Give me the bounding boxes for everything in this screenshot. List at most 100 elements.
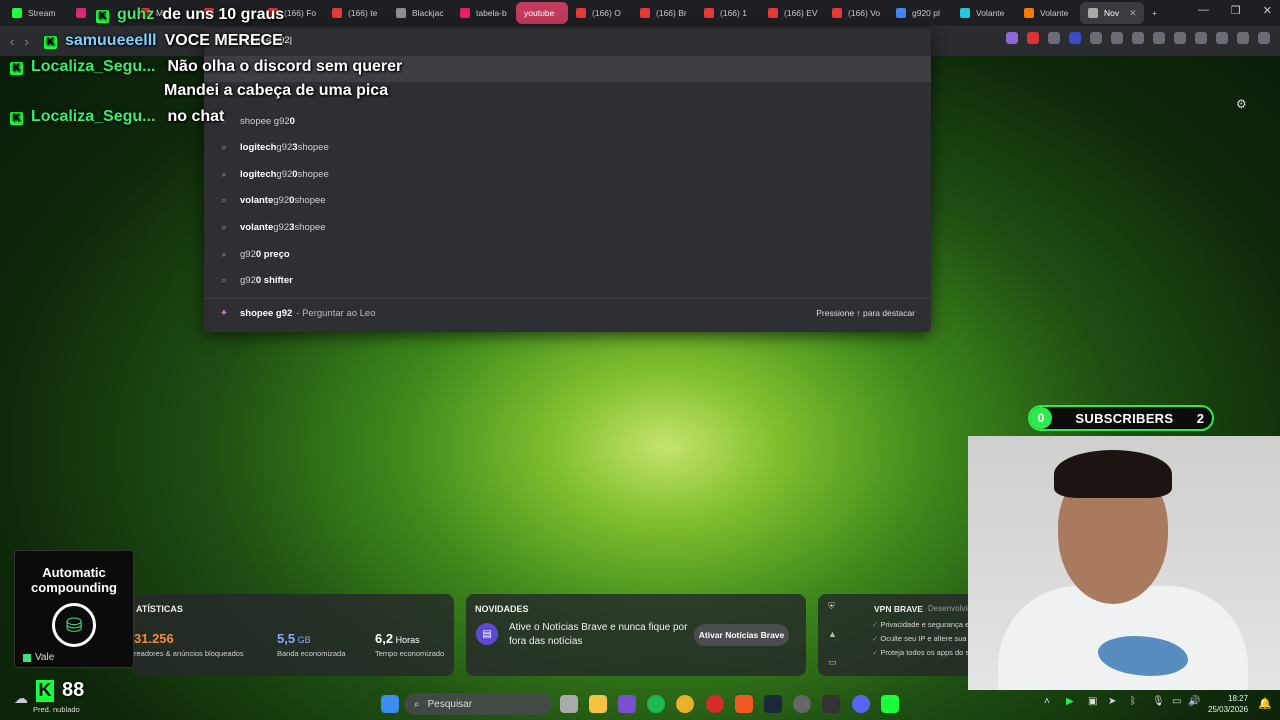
suggestion-text: shopee <box>297 168 329 180</box>
new-tab-button[interactable]: + <box>1144 2 1165 24</box>
search-icon: ⌕ <box>221 195 227 206</box>
kick-app-icon[interactable] <box>881 695 899 713</box>
wallet-icon[interactable] <box>1195 32 1207 44</box>
compounding-title: Automatic compounding <box>31 565 117 595</box>
brave-icon[interactable] <box>735 695 753 713</box>
extension-icon[interactable] <box>1048 32 1060 44</box>
microphone-icon[interactable]: 🎙 <box>1152 696 1165 707</box>
system-clock[interactable]: 18:27 25/03/2026 <box>1208 693 1248 715</box>
suggestion-text: shopee <box>294 195 326 207</box>
shield-icon[interactable] <box>1237 32 1249 44</box>
leo-query: shopee g92 <box>240 307 293 319</box>
extension-icon[interactable] <box>1027 32 1039 44</box>
folder-icon[interactable] <box>589 695 607 713</box>
taskbar-search[interactable]: ⌕ Pesquisar <box>404 693 552 715</box>
browser-tab[interactable]: Stream <box>4 2 68 24</box>
spotify-icon[interactable] <box>647 695 665 713</box>
browser-tab[interactable]: (166) EV <box>760 2 824 24</box>
search-suggestion[interactable]: ⌕ volante g92 0 shopee <box>204 188 931 214</box>
search-suggestion[interactable]: ⌕ g92 0 shifter <box>204 268 931 294</box>
search-suggestion[interactable]: ⌕ shopee g92 0 <box>204 108 931 134</box>
subscriber-goal: 2 <box>1196 410 1204 426</box>
maximize-button[interactable]: ❐ <box>1231 4 1241 17</box>
browser-tab[interactable]: tabela-b <box>452 2 516 24</box>
tab-favicon-icon <box>1088 8 1098 18</box>
bell-icon[interactable]: 🔔 <box>1258 697 1272 710</box>
tab-label: (166) EV <box>784 8 818 18</box>
triangle-icon[interactable]: ▲ <box>828 629 837 639</box>
steam-icon[interactable] <box>764 695 782 713</box>
chat-text: Não olha o discord sem querer <box>167 58 403 75</box>
stat-unit: Horas <box>393 635 420 645</box>
chat-message: K Localiza_Segu... no chat <box>10 108 224 126</box>
close-tab-icon[interactable]: ✕ <box>1129 8 1137 19</box>
volume-icon[interactable]: 🔊 <box>1188 696 1200 707</box>
browser-tab[interactable]: (166) Br <box>632 2 696 24</box>
search-suggestion[interactable]: ⌕ volante g92 3 shopee <box>204 214 931 240</box>
extension-icon[interactable] <box>1069 32 1081 44</box>
suggestion-text: 0 shifter <box>255 275 293 287</box>
address-input[interactable]: shopee g92| <box>204 28 931 54</box>
back-icon[interactable]: ‹ <box>10 34 14 49</box>
discord-icon[interactable] <box>852 695 870 713</box>
browser-tab[interactable]: (166) Vo <box>824 2 888 24</box>
screenshot-icon[interactable] <box>1132 32 1144 44</box>
menu-icon[interactable] <box>1258 32 1270 44</box>
bluetooth-icon[interactable]: ᛒ <box>1130 696 1136 707</box>
browser-tab[interactable]: (166) te <box>324 2 388 24</box>
close-button[interactable]: ✕ <box>1263 4 1272 17</box>
apps-icon[interactable] <box>618 695 636 713</box>
play-icon[interactable]: ▶ <box>1066 696 1074 707</box>
tab-label: youtube <box>524 8 555 18</box>
chevron-up-icon[interactable]: ˄ <box>1044 696 1050 707</box>
shield-icon[interactable]: ⛨ <box>828 601 835 612</box>
browser-tab[interactable]: Blackjac <box>388 2 452 24</box>
task-view-icon[interactable] <box>560 695 578 713</box>
start-icon[interactable] <box>381 695 399 713</box>
browser-tab[interactable]: g920 pl <box>888 2 952 24</box>
tray-app-icon[interactable]: ▣ <box>1088 696 1097 707</box>
subscriber-goal-widget: 0 SUBSCRIBERS 2 <box>1028 405 1214 431</box>
network-icon[interactable]: ▭ <box>1172 696 1181 707</box>
search-suggestion[interactable]: ⌕ logitech g92 0 shopee <box>204 161 931 187</box>
stat-blocked: 31.256 readores & anúncios bloqueados <box>134 631 244 658</box>
extensions-bar <box>1006 32 1270 44</box>
extension-icon[interactable] <box>1006 32 1018 44</box>
music-icon[interactable] <box>1153 32 1165 44</box>
tab-label: Volante <box>1040 8 1069 18</box>
forward-icon[interactable]: › <box>24 34 28 49</box>
browser-tab[interactable]: Volante <box>1016 2 1080 24</box>
extension-icon[interactable] <box>1090 32 1102 44</box>
divider <box>204 298 931 299</box>
chat-username: Localiza_Segu... <box>31 108 156 125</box>
browser-tab[interactable]: Nov ✕ <box>1080 2 1144 24</box>
minimize-button[interactable]: — <box>1198 4 1209 17</box>
browser-tab[interactable]: (166) 1 <box>696 2 760 24</box>
screen-icon[interactable]: ▭ <box>828 657 837 668</box>
sidebar-icon[interactable] <box>1174 32 1186 44</box>
activate-news-button[interactable]: Ativar Notícias Brave <box>694 624 789 646</box>
tab-label: (166) Fo <box>284 8 317 18</box>
browser-tab[interactable]: (166) O <box>568 2 632 24</box>
search-icon: ⌕ <box>221 221 227 232</box>
tab-favicon-icon <box>704 8 714 18</box>
suggestion-text: logitech <box>240 168 277 180</box>
browser-tab[interactable]: youtube <box>516 2 568 24</box>
app-icon[interactable] <box>822 695 840 713</box>
obs-icon[interactable] <box>793 695 811 713</box>
chrome-icon[interactable] <box>676 695 694 713</box>
ask-leo-row[interactable]: ✦ shopee g92 - Perguntar ao Leo Pression… <box>204 300 931 326</box>
leo-suffix: - Perguntar ao Leo <box>296 307 376 319</box>
browser-tab[interactable]: Volante <box>952 2 1016 24</box>
puzzle-icon[interactable] <box>1111 32 1123 44</box>
tray-app-icon[interactable]: ➤ <box>1108 696 1116 707</box>
search-suggestion[interactable]: ⌕ logitech g92 3 shopee <box>204 135 931 161</box>
gear-icon[interactable]: ⚙ <box>1236 97 1247 111</box>
subscriber-label: SUBSCRIBERS <box>1075 410 1174 426</box>
opera-icon[interactable] <box>706 695 724 713</box>
leo-icon[interactable] <box>1216 32 1228 44</box>
stat-bandwidth: 5,5 GB Banda economizada <box>277 631 345 658</box>
search-suggestion[interactable]: ⌕ g92 0 preço <box>204 241 931 267</box>
tab-label: Volante <box>976 8 1005 18</box>
tab-label: tabela-b <box>476 8 507 18</box>
